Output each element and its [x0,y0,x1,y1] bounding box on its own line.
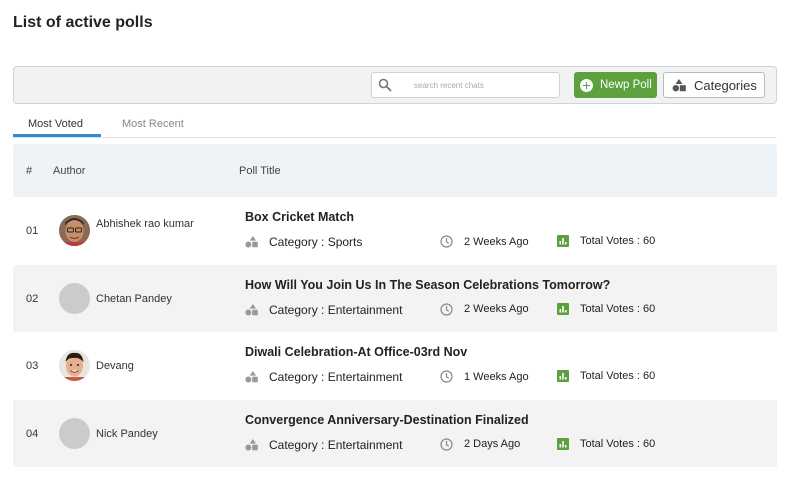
tab-bar: Most Voted Most Recent [13,114,777,138]
search-input[interactable] [402,76,552,94]
row-number: 02 [26,292,39,305]
tab-most-voted[interactable]: Most Voted [28,118,83,130]
category-shapes-icon [245,371,258,383]
votes-text: Total Votes : 60 [580,437,656,450]
plus-circle-icon [580,78,593,92]
poll-votes: Total Votes : 60 [557,370,655,382]
table-row[interactable]: 01 Abhishek rao kumar Box Cricket Match … [13,197,777,265]
clock-icon [440,437,453,451]
avatar-placeholder [59,417,90,449]
table-header: # Author Poll Title [13,144,777,197]
author-name: Chetan Pandey [96,292,172,305]
author-name: Abhishek rao kumar [96,218,194,230]
search-box[interactable] [371,72,560,98]
row-number: 04 [26,427,39,440]
avatar-placeholder [59,282,90,314]
bar-chart-icon [557,437,569,450]
poll-votes: Total Votes : 60 [557,437,656,450]
new-poll-button[interactable]: Newp Poll [574,72,657,98]
poll-title[interactable]: Convergence Anniversary-Destination Fina… [245,413,529,427]
row-number: 01 [26,225,39,237]
avatar [59,215,90,246]
header-author: Author [53,165,86,177]
author-name: Devang [96,360,134,372]
row-number: 03 [26,360,39,372]
poll-category: Category : Entertainment [245,438,402,452]
poll-category: Category : Sports [245,235,362,249]
category-text: Category : Sports [269,235,363,249]
active-tab-indicator [13,134,101,137]
category-text: Category : Entertainment [269,302,403,317]
categories-button[interactable]: Categories [663,72,765,98]
category-shapes-icon [245,438,258,450]
poll-title[interactable]: How Will You Join Us In The Season Celeb… [245,278,610,292]
tab-most-recent[interactable]: Most Recent [122,118,184,130]
time-text: 2 Days Ago [464,438,521,450]
new-poll-label: Newp Poll [600,79,652,91]
clock-icon [440,370,453,383]
votes-text: Total Votes : 60 [580,235,656,247]
poll-time: 2 Days Ago [440,437,521,451]
poll-category: Category : Entertainment [245,303,402,317]
clock-icon [440,302,453,316]
page-title: List of active polls [13,14,153,31]
category-text: Category : Entertainment [269,370,403,384]
table-row[interactable]: 04 Nick Pandey Convergence Anniversary-D… [13,399,777,467]
poll-votes: Total Votes : 60 [557,235,655,247]
category-shapes-icon [245,303,258,315]
polls-table: # Author Poll Title 01 Abhishek rao kuma… [13,144,777,467]
poll-time: 1 Weeks Ago [440,370,529,383]
time-text: 1 Weeks Ago [464,370,529,383]
poll-title[interactable]: Diwali Celebration-At Office-03rd Nov [245,345,467,359]
categories-label: Categories [694,77,757,93]
shapes-icon [672,78,686,91]
time-text: 2 Weeks Ago [464,303,529,315]
header-poll-title: Poll Title [239,165,281,177]
category-text: Category : Entertainment [269,437,403,452]
votes-text: Total Votes : 60 [580,302,656,315]
author-name: Nick Pandey [96,427,158,440]
bar-chart-icon [557,235,569,247]
clock-icon [440,235,453,248]
toolbar: Newp Poll Categories [13,66,777,104]
bar-chart-icon [557,370,569,382]
header-num: # [26,165,33,177]
search-icon [378,78,392,92]
votes-text: Total Votes : 60 [580,370,656,382]
poll-title[interactable]: Box Cricket Match [245,210,354,224]
poll-time: 2 Weeks Ago [440,302,529,316]
avatar [59,350,90,381]
category-shapes-icon [245,236,258,248]
bar-chart-icon [557,302,569,315]
table-row[interactable]: 03 Devang Diwali Celebration-At Office-0… [13,332,777,400]
poll-time: 2 Weeks Ago [440,235,529,248]
table-row[interactable]: 02 Chetan Pandey How Will You Join Us In… [13,264,777,332]
poll-votes: Total Votes : 60 [557,302,656,315]
poll-category: Category : Entertainment [245,370,402,384]
time-text: 2 Weeks Ago [464,235,529,248]
